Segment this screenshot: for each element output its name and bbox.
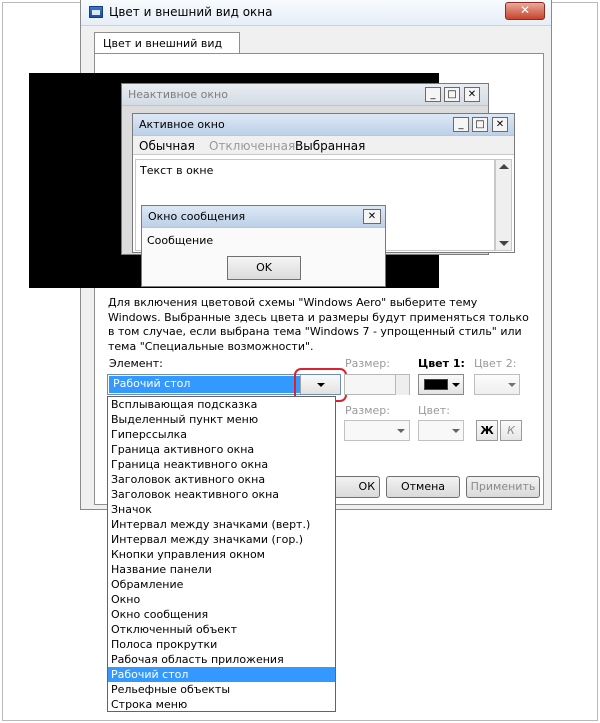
dropdown-item[interactable]: Обрамление xyxy=(108,577,335,592)
element-dropdown-list[interactable]: Всплывающая подсказка Выделенный пункт ме… xyxy=(107,396,336,712)
inactive-title-bar: Неактивное окно _ □ ✕ xyxy=(122,84,488,106)
msgbox-title-bar: Окно сообщения ✕ xyxy=(142,206,385,228)
font-size-combobox[interactable] xyxy=(344,420,410,441)
preview-menu: Обычная Отключенная Выбранная xyxy=(133,136,514,155)
chevron-down-icon xyxy=(452,383,460,387)
dropdown-item[interactable]: Значок xyxy=(108,502,335,517)
color1-label: Цвет 1: xyxy=(418,357,465,370)
size-spinner[interactable] xyxy=(344,374,410,395)
dropdown-item[interactable]: Гиперссылка xyxy=(108,427,335,442)
cancel-button[interactable]: Отмена xyxy=(386,476,460,498)
dropdown-item[interactable]: Название панели xyxy=(108,562,335,577)
color2-button[interactable] xyxy=(474,374,520,395)
dropdown-item[interactable]: Рабочий стол xyxy=(108,667,335,682)
chevron-down-icon xyxy=(452,429,460,433)
color1-swatch xyxy=(424,379,448,390)
window-title: Цвет и внешний вид окна xyxy=(109,5,273,19)
close-icon: ✕ xyxy=(492,117,508,132)
active-title-bar: Активное окно _ □ ✕ xyxy=(133,114,514,136)
active-title: Активное окно xyxy=(139,118,225,131)
window-icon xyxy=(89,6,103,18)
element-label: Элемент: xyxy=(109,357,163,370)
info-text: Для включения цветовой схемы "Windows Ae… xyxy=(108,296,529,353)
font-color-label: Цвет: xyxy=(418,404,450,417)
dropdown-item[interactable]: Рабочая область приложения xyxy=(108,652,335,667)
window-text-label: Текст в окне xyxy=(140,164,214,177)
apply-button[interactable]: Применить xyxy=(466,476,540,498)
msgbox-title: Окно сообщения xyxy=(148,210,246,223)
dropdown-item[interactable]: Заголовок неактивного окна xyxy=(108,487,335,502)
font-color-button[interactable] xyxy=(418,420,464,441)
title-bar: Цвет и внешний вид окна ✕ xyxy=(81,0,551,26)
dropdown-item[interactable]: Полоса прокрутки xyxy=(108,637,335,652)
chevron-down-icon xyxy=(397,429,405,433)
element-value: Рабочий стол xyxy=(109,376,301,393)
close-icon: ✕ xyxy=(464,87,480,102)
preview-message-box[interactable]: Окно сообщения ✕ Сообщение OK xyxy=(141,205,386,287)
msgbox-text: Сообщение xyxy=(147,234,214,247)
minimize-icon: _ xyxy=(453,117,469,132)
dropdown-item[interactable]: Выделенный пункт меню xyxy=(108,412,335,427)
scroll-down-icon xyxy=(499,241,509,246)
maximize-icon: □ xyxy=(472,117,488,132)
close-icon: ✕ xyxy=(363,209,381,224)
dropdown-item[interactable]: Интервал между значками (верт.) xyxy=(108,517,335,532)
menu-disabled: Отключенная xyxy=(209,139,296,153)
dropdown-item[interactable]: Рельефные объекты xyxy=(108,682,335,697)
menu-selected: Выбранная xyxy=(295,139,366,153)
chevron-down-icon xyxy=(508,383,516,387)
italic-button[interactable]: К xyxy=(500,420,522,441)
spin-down-icon[interactable] xyxy=(395,385,409,395)
dropdown-item[interactable]: Отключенный объект xyxy=(108,622,335,637)
maximize-icon: □ xyxy=(444,87,460,102)
dropdown-item[interactable]: Всплывающая подсказка xyxy=(108,397,335,412)
msgbox-ok-button: OK xyxy=(227,256,301,280)
color1-button[interactable] xyxy=(418,374,464,395)
dropdown-item[interactable]: Заголовок активного окна xyxy=(108,472,335,487)
close-button[interactable]: ✕ xyxy=(505,2,545,20)
dropdown-item[interactable]: Окно xyxy=(108,592,335,607)
scroll-up-icon xyxy=(499,164,509,169)
dropdown-item[interactable]: Окно сообщения xyxy=(108,607,335,622)
minimize-icon: _ xyxy=(425,87,441,102)
inactive-title: Неактивное окно xyxy=(128,88,228,101)
preview-scrollbar xyxy=(495,159,512,251)
dropdown-item[interactable]: Кнопки управления окном xyxy=(108,547,335,562)
size-label: Размер: xyxy=(345,357,390,370)
dropdown-item[interactable]: Граница неактивного окна xyxy=(108,457,335,472)
dropdown-item[interactable]: Строка меню xyxy=(108,697,335,712)
bold-button[interactable]: Ж xyxy=(476,420,498,441)
color2-label: Цвет 2: xyxy=(474,357,517,370)
dropdown-item[interactable]: Граница активного окна xyxy=(108,442,335,457)
menu-normal: Обычная xyxy=(139,139,195,153)
tab-appearance[interactable]: Цвет и внешний вид окна xyxy=(94,32,240,63)
spin-up-icon[interactable] xyxy=(395,375,409,385)
dropdown-item[interactable]: Интервал между значками (гор.) xyxy=(108,532,335,547)
font-size-label: Размер: xyxy=(345,404,390,417)
